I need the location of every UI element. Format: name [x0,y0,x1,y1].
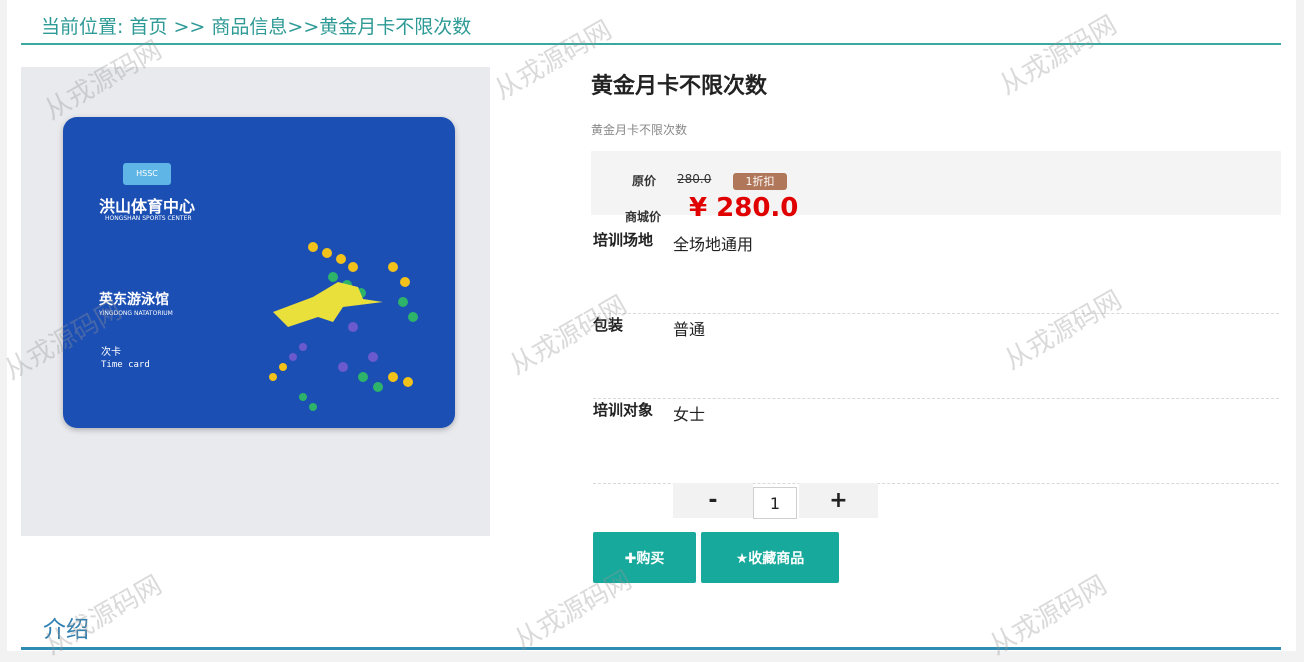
product-detail-page: 当前位置: 首页 >> 商品信息>>黄金月卡不限次数 HSSC 洪山体育中心 H… [0,0,1296,661]
card-logo-badge: HSSC [123,163,171,185]
attribute-key: 培训场地 [593,231,654,249]
breadcrumb-home-link[interactable]: 首页 [129,16,167,38]
quantity-decrease-button[interactable]: - [673,483,753,518]
membership-card-photo: HSSC 洪山体育中心 HONGSHAN SPORTS CENTER 英东游泳馆… [63,117,455,428]
product-image: HSSC 洪山体育中心 HONGSHAN SPORTS CENTER 英东游泳馆… [21,67,490,536]
price-panel: 原价 280.0 1折扣 商城价 ¥ 280.0 [591,151,1281,224]
attribute-key: 培训对象 [593,401,654,419]
card-type-en: Time card [101,360,150,370]
discount-badge: 1折扣 [733,173,787,190]
breadcrumb-separator: >> [167,16,212,38]
breadcrumb-separator: >> [287,16,320,38]
add-favorite-button[interactable]: ★收藏商品 [701,532,839,583]
card-venue-name: 英东游泳馆 [99,292,169,308]
breadcrumb: 当前位置: 首页 >> 商品信息>>黄金月卡不限次数 [21,0,1281,45]
card-center-name: 洪山体育中心 [99,197,196,216]
card-venue-name-en: YINGDONG NATATORIUM [99,310,173,317]
intro-title: 介绍 [43,617,89,643]
original-price-label: 原价 [632,174,657,188]
attribute-value: 普通 [673,320,706,339]
breadcrumb-prefix: 当前位置: [41,16,130,38]
product-subtitle: 黄金月卡不限次数 [591,123,688,137]
mall-price-value: ¥ 280.0 [689,193,799,223]
intro-section-header: 介绍 [21,606,1281,650]
quantity-increase-button[interactable]: + [799,483,878,518]
breadcrumb-category-link[interactable]: 商品信息 [211,16,287,38]
buy-button[interactable]: ✚购买 [593,532,696,583]
attribute-row-target: 培训对象 女士 [593,399,1279,484]
mall-price-label: 商城价 [625,210,662,224]
product-title: 黄金月卡不限次数 [591,74,768,99]
attribute-value: 全场地通用 [673,235,754,254]
attribute-row-packaging: 包装 普通 [593,314,1279,399]
attribute-key: 包装 [593,316,624,334]
attribute-value: 女士 [673,405,706,424]
card-type: 次卡 [101,347,121,358]
attribute-row-venue: 培训场地 全场地通用 [593,229,1279,314]
quantity-input[interactable] [753,487,797,519]
original-price-value: 280.0 [677,172,712,186]
card-center-name-en: HONGSHAN SPORTS CENTER [105,215,192,222]
swimmer-graphic [269,242,418,411]
breadcrumb-current: 黄金月卡不限次数 [319,16,472,38]
